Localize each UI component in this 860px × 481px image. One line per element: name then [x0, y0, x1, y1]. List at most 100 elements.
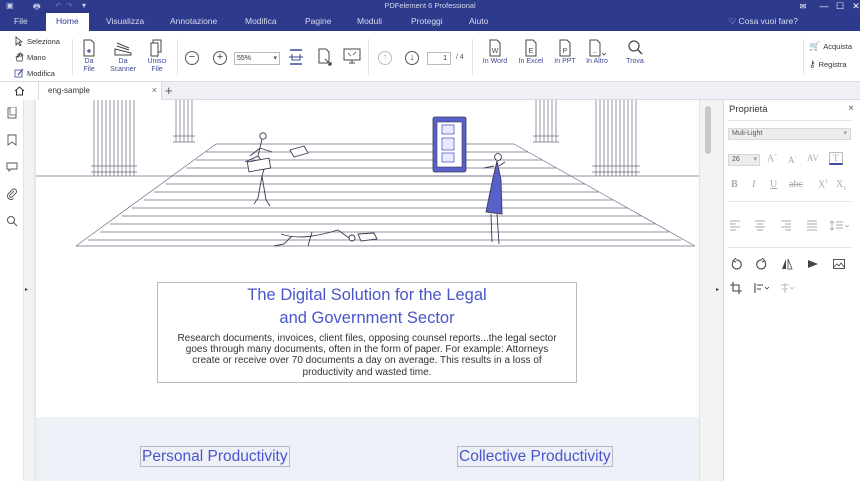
home-tab[interactable]	[0, 82, 38, 100]
font-family-select[interactable]: Muli-Light	[728, 128, 851, 140]
menu-pagine[interactable]: Pagine	[305, 16, 331, 26]
close-button[interactable]: ✕	[845, 0, 860, 13]
comment-icon[interactable]	[6, 161, 18, 173]
line-spacing-icon[interactable]	[830, 219, 850, 231]
decrease-font-icon[interactable]: A-	[788, 155, 797, 165]
subscript-icon[interactable]: X1	[836, 179, 846, 192]
rotate-right-icon[interactable]	[756, 258, 768, 270]
other-file-icon: ...	[589, 39, 606, 57]
align-center-icon[interactable]	[754, 219, 766, 231]
find-button[interactable]: Trova	[622, 39, 648, 66]
mail-icon[interactable]: ✉	[792, 0, 814, 13]
font-size-select[interactable]: 26	[728, 154, 760, 166]
left-panel-handle[interactable]: ▸	[24, 100, 34, 481]
search-icon	[628, 40, 643, 55]
flip-vertical-icon[interactable]	[807, 258, 819, 270]
menu-aiuto[interactable]: Aiuto	[469, 16, 488, 26]
align-objects-icon[interactable]	[754, 282, 770, 294]
help-search-label: Cosa vuoi fare?	[738, 16, 798, 26]
ribbon-toolbar: Seleziona Mano Modifica Da File Da Scann…	[0, 31, 860, 82]
document-tab-label: eng-sample	[48, 86, 90, 95]
fit-page-icon	[318, 48, 332, 66]
hand-tool[interactable]: Mano	[14, 52, 46, 62]
zoom-out-button[interactable]: −	[185, 51, 199, 65]
word-file-icon: W	[489, 39, 501, 57]
superscript-icon[interactable]: X1	[818, 179, 828, 190]
image-icon[interactable]	[833, 258, 845, 270]
increase-font-icon[interactable]: A+	[767, 153, 778, 164]
edit-tool-label: Modifica	[27, 68, 55, 78]
from-scanner-label-1: Da	[118, 58, 128, 65]
justify-icon[interactable]	[806, 219, 818, 231]
expand-arrow-icon[interactable]: ▸	[25, 286, 28, 293]
fit-page-button[interactable]	[315, 48, 333, 67]
menu-visualizza[interactable]: Visualizza	[106, 16, 144, 26]
from-scanner-button[interactable]: Da Scanner	[109, 39, 137, 74]
menu-annotazione[interactable]: Annotazione	[170, 16, 217, 26]
merge-files-button[interactable]: Unisci File	[145, 39, 169, 74]
right-panel-handle[interactable]: ▸	[715, 100, 723, 481]
zoom-in-button[interactable]: +	[213, 51, 227, 65]
select-tool[interactable]: Seleziona	[14, 36, 60, 46]
edit-tool[interactable]: Modifica	[14, 68, 55, 78]
text-case-icon[interactable]: AV	[807, 153, 819, 163]
from-file-label: Da File	[83, 58, 95, 73]
new-tab-button[interactable]: +	[165, 83, 173, 98]
thumbnails-icon[interactable]	[6, 107, 18, 119]
menu-modifica[interactable]: Modifica	[245, 16, 277, 26]
document-viewport[interactable]: The Digital Solution for the Legal and G…	[34, 100, 699, 481]
buy-button[interactable]: 🛒 Acquista	[809, 41, 852, 52]
align-right-icon[interactable]	[780, 219, 792, 231]
to-word-button[interactable]: W In Word	[478, 39, 512, 66]
italic-icon[interactable]: I	[752, 179, 755, 190]
register-button[interactable]: ⚷ Registra	[809, 59, 847, 70]
crop-icon[interactable]	[730, 282, 742, 294]
register-label: Registra	[818, 60, 847, 69]
text-color-icon[interactable]: T	[829, 152, 843, 165]
to-ppt-button[interactable]: P In PPT	[551, 39, 579, 66]
flip-horizontal-icon[interactable]	[781, 258, 793, 270]
page-number-input[interactable]: 1	[427, 52, 451, 65]
to-word-label: In Word	[482, 58, 508, 65]
merge-label-2: File	[151, 66, 163, 73]
align-left-icon[interactable]	[729, 219, 741, 231]
cart-icon: 🛒	[809, 41, 821, 51]
from-scanner-label-2: Scanner	[109, 66, 137, 73]
close-tab-icon[interactable]: ×	[152, 85, 157, 95]
close-panel-icon[interactable]: ×	[848, 103, 854, 114]
fit-width-icon	[289, 49, 303, 65]
underline-icon[interactable]: U	[770, 179, 777, 190]
from-file-button[interactable]: Da File	[78, 39, 100, 74]
collapse-arrow-icon[interactable]: ▸	[716, 286, 719, 293]
key-icon: ⚷	[809, 59, 816, 69]
ribbon-separator	[472, 39, 473, 75]
left-sidebar	[0, 100, 24, 481]
next-page-button[interactable]: ↓	[405, 51, 419, 65]
menu-file[interactable]: File	[14, 16, 28, 26]
menu-home[interactable]: Home	[46, 13, 89, 31]
rotate-left-icon[interactable]	[730, 258, 742, 270]
search-icon[interactable]	[6, 215, 18, 227]
distribute-objects-icon[interactable]	[779, 282, 795, 294]
vertical-scrollbar[interactable]	[699, 100, 715, 481]
bold-icon[interactable]: B	[731, 179, 738, 190]
to-excel-button[interactable]: E In Excel	[514, 39, 548, 66]
document-tab-bar: eng-sample × +	[0, 82, 860, 100]
bookmark-icon[interactable]	[6, 134, 18, 146]
hero-illustration	[36, 100, 699, 247]
zoom-select[interactable]: 55%	[234, 52, 280, 65]
attachment-icon[interactable]	[6, 188, 18, 200]
menu-proteggi[interactable]: Proteggi	[411, 16, 443, 26]
ppt-file-icon: P	[559, 39, 571, 57]
body-text-line-4: productivity and wasted time.	[302, 366, 432, 378]
document-tab[interactable]: eng-sample ×	[38, 82, 162, 100]
panel-divider	[728, 201, 852, 202]
strikethrough-icon[interactable]: abc	[789, 179, 803, 190]
help-search[interactable]: ♡ Cosa vuoi fare?	[728, 16, 798, 27]
fit-width-button[interactable]	[287, 48, 305, 67]
to-other-button[interactable]: ... In Altro	[581, 39, 613, 66]
scrollbar-thumb[interactable]	[705, 106, 711, 154]
menu-moduli[interactable]: Moduli	[357, 16, 382, 26]
previous-page-button[interactable]: ↑	[378, 51, 392, 65]
full-screen-button[interactable]	[342, 48, 362, 65]
